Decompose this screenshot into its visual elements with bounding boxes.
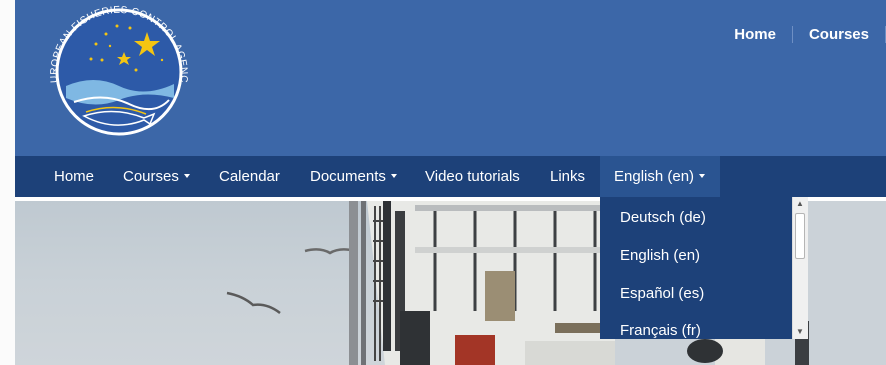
- language-option-en[interactable]: English (en): [620, 247, 700, 264]
- scroll-down-arrow-icon[interactable]: ▼: [796, 328, 804, 336]
- scroll-up-arrow-icon[interactable]: ▲: [796, 200, 804, 208]
- nav-calendar[interactable]: Calendar: [219, 156, 280, 197]
- nav-home-label: Home: [54, 168, 95, 185]
- nav-video-tutorials[interactable]: Video tutorials: [425, 156, 520, 197]
- language-option-de[interactable]: Deutsch (de): [620, 209, 706, 226]
- efca-logo[interactable]: EUROPEAN FISHERIES CONTROL AGENCY: [40, 0, 192, 144]
- top-nav-home-link[interactable]: Home: [718, 26, 792, 43]
- chevron-down-icon: [699, 174, 706, 179]
- main-navbar: Home Courses Calendar Documents Video tu…: [15, 156, 886, 197]
- site-header: EUROPEAN FISHERIES CONTROL AGENCY Home C…: [15, 0, 886, 156]
- language-option-es[interactable]: Español (es): [620, 285, 704, 302]
- nav-language-label: English (en): [614, 168, 695, 185]
- efca-logo-graphic: EUROPEAN FISHERIES CONTROL AGENCY: [40, 0, 189, 136]
- top-nav: Home Courses: [718, 24, 886, 44]
- chevron-down-icon: [390, 174, 397, 179]
- nav-courses-label: Courses: [123, 168, 179, 185]
- nav-documents-label: Documents: [310, 168, 386, 185]
- top-nav-courses-link[interactable]: Courses: [793, 26, 885, 43]
- nav-courses[interactable]: Courses: [123, 156, 190, 197]
- dropdown-scrollbar[interactable]: ▲ ▼: [792, 197, 808, 339]
- nav-home[interactable]: Home: [54, 156, 94, 197]
- page-margin: [0, 0, 15, 365]
- nav-video-tutorials-label: Video tutorials: [425, 168, 520, 185]
- language-option-fr[interactable]: Français (fr): [620, 322, 701, 339]
- nav-documents[interactable]: Documents: [310, 156, 397, 197]
- nav-links-label: Links: [550, 168, 586, 185]
- scrollbar-thumb[interactable]: [795, 213, 805, 259]
- nav-calendar-label: Calendar: [219, 168, 280, 185]
- nav-language-selector[interactable]: English (en): [600, 156, 720, 197]
- chevron-down-icon: [183, 174, 190, 179]
- language-dropdown-menu: Deutsch (de) English (en) Español (es) F…: [600, 197, 808, 339]
- nav-links[interactable]: Links: [550, 156, 585, 197]
